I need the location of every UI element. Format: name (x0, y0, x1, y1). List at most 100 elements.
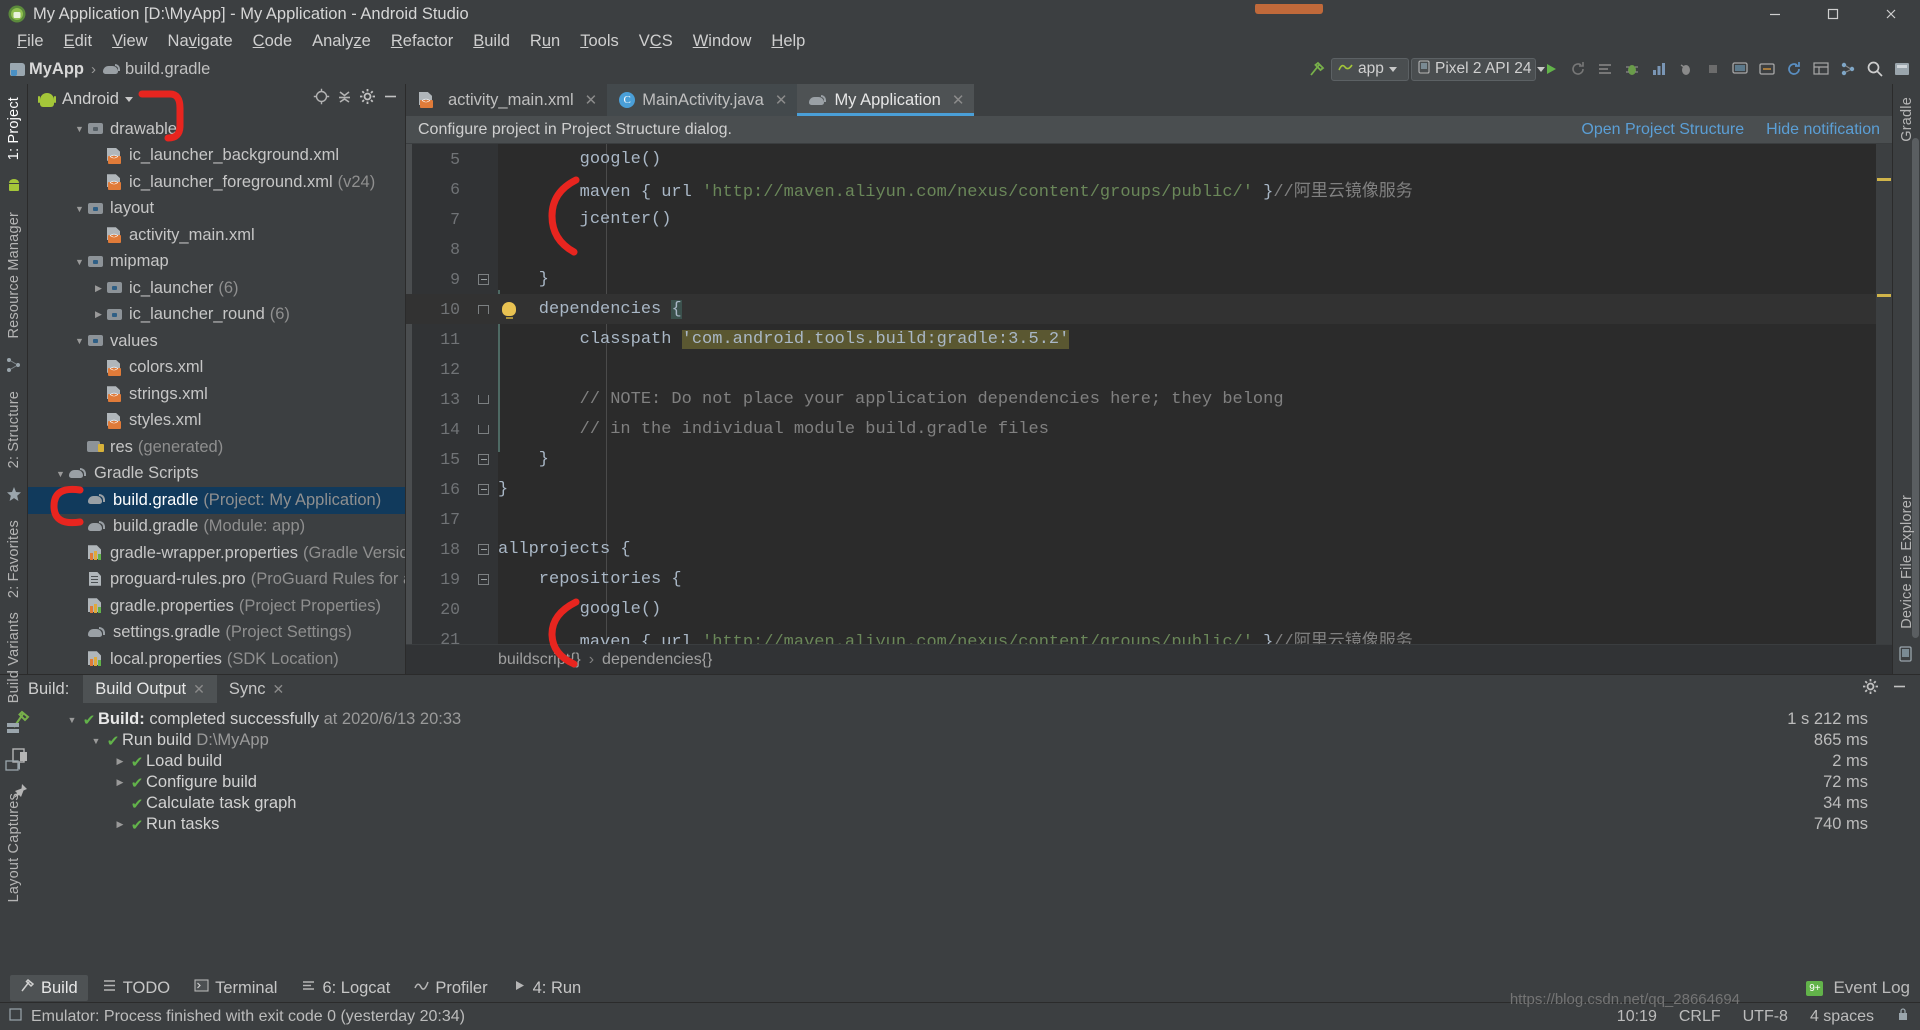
bottom-tab-logcat[interactable]: 6: Logcat (291, 975, 400, 1001)
breadcrumb-file[interactable]: build.gradle (125, 60, 210, 79)
tree-item[interactable]: ic_launcher_foreground.xml(v24) (28, 169, 405, 196)
collapse-all-icon[interactable] (336, 88, 353, 110)
code-line[interactable]: 16} (406, 474, 1892, 504)
fold-marker-icon[interactable] (477, 424, 489, 434)
device-explorer-icon[interactable] (1898, 646, 1916, 664)
close-button[interactable] (1862, 0, 1920, 28)
sidebar-tab-resource-manager[interactable]: Resource Manager (4, 205, 24, 346)
expand-arrow[interactable]: ▼ (88, 736, 104, 746)
profile-icon[interactable] (1646, 57, 1671, 82)
menu-vcs[interactable]: VCS (629, 30, 683, 53)
bottom-tab-terminal[interactable]: Terminal (184, 975, 287, 1001)
hide-panel-icon[interactable] (1891, 678, 1908, 700)
locate-file-icon[interactable] (313, 88, 330, 110)
project-structure-icon[interactable] (1835, 57, 1860, 82)
tree-expand-arrow[interactable]: ▶ (91, 283, 106, 294)
close-icon[interactable]: ✕ (273, 681, 285, 698)
breadcrumb-project[interactable]: MyApp (29, 60, 84, 79)
tab-my-application[interactable]: My Application ✕ (797, 84, 975, 116)
close-icon[interactable]: ✕ (952, 91, 965, 109)
project-view-selector-label[interactable]: Android (62, 90, 119, 109)
build-output-row[interactable]: ▶ ✔ Configure build 72 ms (40, 772, 1920, 793)
menu-view[interactable]: View (102, 30, 157, 53)
sidebar-tab-project[interactable]: 1: Project (4, 90, 24, 167)
rerun-icon[interactable] (1565, 57, 1590, 82)
status-line-separator[interactable]: CRLF (1679, 1008, 1721, 1026)
tree-item[interactable]: settings.gradle (Project Settings) (28, 620, 405, 647)
attach-debugger-icon[interactable] (1673, 57, 1698, 82)
tab-mainactivity-java[interactable]: C MainActivity.java ✕ (607, 84, 798, 116)
menu-build[interactable]: Build (463, 30, 520, 53)
fold-marker-icon[interactable] (477, 394, 489, 404)
marker-warning[interactable] (1877, 178, 1891, 181)
tree-item[interactable]: res (generated) (28, 434, 405, 461)
tree-expand-arrow[interactable]: ▼ (72, 204, 87, 214)
maximize-button[interactable] (1804, 0, 1862, 28)
favorites-star-icon[interactable] (5, 485, 23, 503)
capture-icon[interactable] (4, 758, 23, 776)
android-rail-icon[interactable] (5, 177, 23, 195)
hide-notification-link[interactable]: Hide notification (1766, 121, 1880, 139)
code-line[interactable]: 17 (406, 504, 1892, 534)
event-log-label[interactable]: Event Log (1833, 978, 1910, 998)
breadcrumb-buildscript[interactable]: buildscript{} (498, 651, 581, 669)
code-line[interactable]: 14 // in the individual module build.gra… (406, 414, 1892, 444)
tab-activity-main-xml[interactable]: activity_main.xml ✕ (406, 84, 608, 116)
code-line[interactable]: 20 google() (406, 594, 1892, 624)
sidebar-tab-favorites[interactable]: 2: Favorites (4, 513, 24, 605)
build-output-row[interactable]: ▶ ✔ Load build 2 ms (40, 751, 1920, 772)
code-line[interactable]: 7 jcenter() (406, 204, 1892, 234)
tree-item[interactable]: ▼ values (28, 328, 405, 355)
menu-navigate[interactable]: Navigate (158, 30, 243, 53)
build-output-row[interactable]: ✔ Calculate task graph 34 ms (40, 793, 1920, 814)
tab-sync[interactable]: Sync ✕ (217, 675, 296, 703)
bottom-tab-build[interactable]: Build (10, 975, 88, 1001)
code-line[interactable]: 8 (406, 234, 1892, 264)
help-icon[interactable] (1889, 57, 1914, 82)
breadcrumb-dependencies[interactable]: dependencies{} (602, 651, 712, 669)
menu-code[interactable]: Code (243, 30, 302, 53)
editor-marker-rail[interactable] (1876, 144, 1892, 644)
expand-arrow[interactable]: ▶ (112, 819, 128, 830)
fold-marker-icon[interactable] (477, 304, 489, 314)
code-line[interactable]: 11 classpath 'com.android.tools.build:gr… (406, 324, 1892, 354)
structure-rail-icon[interactable] (5, 356, 23, 374)
code-line[interactable]: 12 (406, 354, 1892, 384)
tree-expand-arrow[interactable]: ▼ (72, 336, 87, 346)
tree-item[interactable]: gradle-wrapper.properties(Gradle Version… (28, 540, 405, 567)
intention-bulb-icon[interactable] (502, 302, 516, 319)
sidebar-tab-structure[interactable]: 2: Structure (4, 384, 24, 475)
close-icon[interactable]: ✕ (193, 681, 205, 698)
tree-item[interactable]: proguard-rules.pro (ProGuard Rules for ap (28, 567, 405, 594)
code-line[interactable]: 10 dependencies { (406, 294, 1892, 324)
code-line[interactable]: 21 maven { url 'http://maven.aliyun.com/… (406, 624, 1892, 645)
menu-refactor[interactable]: Refactor (381, 30, 463, 53)
tree-expand-arrow[interactable]: ▼ (72, 124, 87, 134)
code-editor[interactable]: 5 google() 6 maven { url 'http://maven.al… (406, 144, 1892, 644)
sdk-manager-icon[interactable] (1754, 57, 1779, 82)
bottom-tab-todo[interactable]: TODO (92, 975, 180, 1001)
code-line[interactable]: 15 } (406, 444, 1892, 474)
sidebar-tab-device-file-explorer[interactable]: Device File Explorer (1897, 488, 1917, 636)
tree-item[interactable]: ▼ mipmap (28, 249, 405, 276)
bottom-tab-run[interactable]: 4: Run (502, 975, 592, 1001)
build-output-row[interactable]: ▼ ✔ Run build D:\MyApp 865 ms (40, 730, 1920, 751)
code-line[interactable]: 9 } (406, 264, 1892, 294)
fold-marker-icon[interactable] (477, 483, 489, 495)
menu-file[interactable]: File (7, 30, 54, 53)
layout-inspector-icon[interactable] (1808, 57, 1833, 82)
code-line[interactable]: 19 repositories { (406, 564, 1892, 594)
tree-item[interactable]: styles.xml (28, 408, 405, 435)
expand-arrow[interactable]: ▶ (112, 777, 128, 788)
code-line[interactable]: 6 maven { url 'http://maven.aliyun.com/n… (406, 174, 1892, 204)
tree-item[interactable]: activity_main.xml (28, 222, 405, 249)
tree-item[interactable]: strings.xml (28, 381, 405, 408)
close-icon[interactable]: ✕ (585, 91, 598, 109)
build-variants-icon[interactable] (5, 720, 23, 738)
fold-marker-icon[interactable] (477, 573, 489, 585)
tree-item[interactable]: local.properties (SDK Location) (28, 646, 405, 673)
stop-icon[interactable] (1700, 57, 1725, 82)
open-project-structure-link[interactable]: Open Project Structure (1581, 121, 1744, 139)
device-selector[interactable]: Pixel 2 API 24 (1411, 57, 1545, 81)
gear-icon[interactable] (1862, 678, 1879, 700)
